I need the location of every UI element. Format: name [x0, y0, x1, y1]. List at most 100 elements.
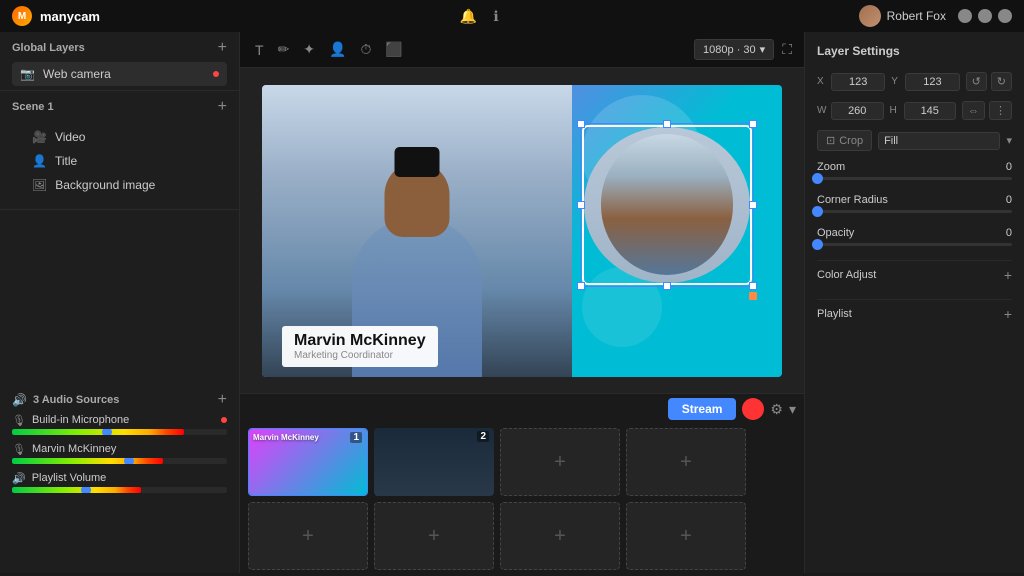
record-button[interactable] [742, 398, 764, 420]
bottom-strip: Stream ⚙ ▾ Marvin McKinney 1 2 [240, 393, 804, 573]
color-adjust-row[interactable]: Color Adjust + [817, 260, 1012, 289]
magic-tool[interactable]: ✦ [300, 38, 318, 61]
crop-button[interactable]: ⊡ Crop [817, 130, 872, 151]
h-field: H [890, 102, 957, 120]
zoom-slider-track[interactable] [817, 177, 1012, 180]
fill-chevron-icon: ▾ [1006, 134, 1012, 147]
x-label: X [817, 76, 827, 87]
h-label: H [890, 105, 900, 116]
y-input[interactable] [905, 73, 959, 91]
corner-radius-slider-row: Corner Radius 0 [817, 194, 1012, 213]
position-row: X Y ↺ ↻ [817, 72, 1012, 91]
stream-button[interactable]: Stream [668, 398, 737, 420]
add-scene-layer-button[interactable]: + [218, 99, 227, 115]
playlist-row[interactable]: Playlist + [817, 299, 1012, 328]
audio-active-dot [221, 417, 227, 423]
left-panel: Global Layers + 📷 Web camera Scene 1 + 🎥… [0, 32, 240, 573]
resolution-selector[interactable]: 1080p · 30 ▾ [694, 39, 774, 60]
scene-add-button-1[interactable]: + [500, 428, 620, 496]
audio-item-marvin: 🎙 Marvin McKinney [12, 443, 227, 464]
scene-thumb-1[interactable]: Marvin McKinney 1 [248, 428, 368, 496]
info-icon[interactable]: ℹ [489, 6, 502, 27]
grid-tool[interactable]: ⬛ [382, 38, 405, 61]
add-audio-button[interactable]: + [218, 392, 227, 408]
app-icon: M [12, 6, 32, 26]
person-title: Marketing Coordinator [294, 350, 426, 361]
expand-icon[interactable]: ▾ [789, 401, 796, 418]
resolution-label: 1080p · 30 [703, 44, 756, 56]
add-global-layer-button[interactable]: + [218, 40, 227, 56]
add-scene-icon-4: + [428, 525, 440, 548]
corner-radius-label: Corner Radius [817, 194, 888, 206]
flip-position-button[interactable]: ↻ [991, 72, 1012, 91]
text-tool[interactable]: T [252, 39, 267, 61]
opacity-value: 0 [1006, 227, 1012, 239]
output-settings-icon[interactable]: ⚙ [770, 401, 783, 418]
playlist-label: Playlist [817, 308, 852, 320]
bell-icon[interactable]: 🔔 [456, 6, 481, 27]
scene-add-button-2[interactable]: + [626, 428, 746, 496]
pen-tool[interactable]: ✏ [275, 38, 293, 61]
background-icon: 🖼 [32, 178, 47, 192]
titlebar-right: Robert Fox [859, 5, 1012, 27]
corner-radius-value: 0 [1006, 194, 1012, 206]
audio-section: 🔊 3 Audio Sources + 🎙 Build-in Microphon… [0, 384, 239, 574]
scene-add-button-3[interactable]: + [248, 502, 368, 570]
playlist-audio-icon: 🔊 [12, 472, 26, 485]
audio-title: 3 Audio Sources [33, 394, 119, 406]
h-input[interactable] [904, 102, 957, 120]
position-actions: ↺ ↻ [966, 72, 1012, 91]
add-scene-icon-1: + [554, 451, 566, 474]
size-option-button[interactable]: ⋮ [989, 101, 1012, 120]
crop-fill-row: ⊡ Crop Fill Fit Stretch ▾ [817, 130, 1012, 151]
pip-video-content [584, 127, 750, 283]
scene1-header: Scene 1 + [12, 99, 227, 115]
audio-item-playlist: 🔊 Playlist Volume [12, 472, 227, 493]
link-size-button[interactable]: ⇔ [962, 101, 985, 120]
layer-item-video[interactable]: 🎥 Video [24, 125, 215, 149]
layer-item-webcam[interactable]: 📷 Web camera [12, 62, 227, 86]
corner-radius-slider-track[interactable] [817, 210, 1012, 213]
audio-bar-marvin[interactable] [12, 458, 227, 464]
scene-add-button-6[interactable]: + [626, 502, 746, 570]
fill-select[interactable]: Fill Fit Stretch [878, 132, 1000, 150]
maximize-button[interactable] [978, 9, 992, 23]
w-input[interactable] [831, 102, 884, 120]
scene-add-button-4[interactable]: + [374, 502, 494, 570]
titlebar: M manycam 🔔 ℹ Robert Fox [0, 0, 1024, 32]
layer-item-title[interactable]: 👤 Title [24, 149, 215, 173]
audio-bar-mic[interactable] [12, 429, 227, 435]
resolution-chevron-icon: ▾ [760, 43, 766, 56]
reset-position-button[interactable]: ↺ [966, 72, 987, 91]
add-scene-icon-3: + [302, 525, 314, 548]
speaker-icon: 🔊 [12, 393, 27, 407]
minimize-button[interactable] [958, 9, 972, 23]
layer-settings-title: Layer Settings [817, 44, 1012, 58]
person-tool[interactable]: 👤 [326, 38, 349, 61]
scene1-title: Scene 1 [12, 101, 54, 113]
scene-items: 🎥 Video 👤 Title 🖼 Background image [12, 121, 227, 201]
y-label: Y [891, 76, 901, 87]
global-layers-header: Global Layers + [12, 40, 227, 56]
w-label: W [817, 105, 827, 116]
canvas[interactable]: Marvin McKinney Marketing Coordinator [262, 85, 782, 377]
main-layout: Global Layers + 📷 Web camera Scene 1 + 🎥… [0, 32, 1024, 573]
x-input[interactable] [831, 73, 885, 91]
y-field: Y [891, 73, 959, 91]
scene1-number: 1 [350, 432, 362, 443]
add-scene-icon-5: + [554, 525, 566, 548]
close-button[interactable] [998, 9, 1012, 23]
opacity-slider-track[interactable] [817, 243, 1012, 246]
playlist-add-icon: + [1004, 306, 1012, 322]
layer-label-video: Video [55, 130, 207, 144]
scene-thumb-2[interactable]: 2 [374, 428, 494, 496]
pip-video[interactable] [582, 125, 752, 285]
color-adjust-label: Color Adjust [817, 269, 876, 281]
user-info: Robert Fox [859, 5, 946, 27]
audio-bar-playlist[interactable] [12, 487, 227, 493]
scene-add-button-5[interactable]: + [500, 502, 620, 570]
timer-tool[interactable]: ⏱ [357, 38, 374, 61]
window-controls[interactable] [958, 9, 1012, 23]
fullscreen-button[interactable]: ⛶ [782, 41, 792, 58]
layer-item-background[interactable]: 🖼 Background image [24, 173, 215, 197]
